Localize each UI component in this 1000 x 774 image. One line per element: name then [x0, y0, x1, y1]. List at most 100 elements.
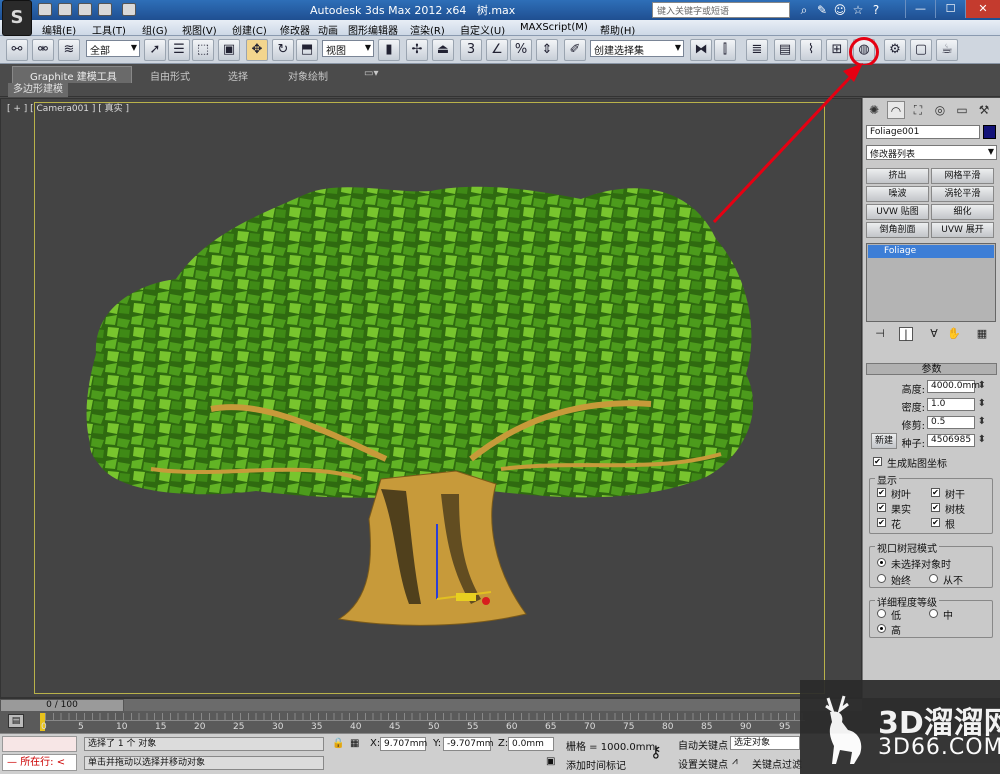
pivot-center-icon[interactable]: ▮ [378, 39, 400, 61]
show-roots-checkbox[interactable]: ✔ [931, 518, 940, 527]
minimize-button[interactable]: — [905, 0, 935, 18]
mod-uvw-map-button[interactable]: UVW 贴图 [866, 204, 929, 220]
x-coordinate-field[interactable]: 9.707mm [380, 737, 427, 751]
select-and-rotate-icon[interactable]: ↻ [272, 39, 294, 61]
window-crossing-icon[interactable]: ▣ [218, 39, 240, 61]
angle-snap-icon[interactable]: ∠ [486, 39, 508, 61]
maximize-button[interactable]: ☐ [935, 0, 965, 18]
set-key-button[interactable]: 设置关键点 [678, 756, 728, 771]
menu-modifiers[interactable]: 修改器 [280, 22, 310, 37]
bind-space-warp-icon[interactable]: ≋ [58, 39, 80, 61]
layer-manager-icon[interactable]: ≣ [746, 39, 768, 61]
lod-medium-radio[interactable] [929, 609, 938, 618]
maxscript-listener-input[interactable] [2, 736, 77, 752]
camera-viewport[interactable]: [ + ] [ Camera001 ] [ 真实 ] [0, 63, 863, 698]
curve-editor-icon[interactable]: ⌇ [800, 39, 822, 61]
create-tab-icon[interactable]: ✺ [865, 101, 883, 119]
parameters-rollup[interactable]: 参数 [866, 363, 997, 375]
add-time-tag-button[interactable]: 添加时间标记 [566, 757, 626, 772]
motion-tab-icon[interactable]: ◎ [931, 101, 949, 119]
object-name-field[interactable]: Foliage001 [866, 125, 980, 139]
menu-rendering[interactable]: 渲染(R) [410, 22, 445, 37]
pin-stack-icon[interactable]: ⊣ [873, 327, 887, 341]
show-trunk-checkbox[interactable]: ✔ [931, 488, 940, 497]
menu-create[interactable]: 创建(C) [232, 22, 267, 37]
undo-icon[interactable] [98, 3, 112, 16]
make-unique-icon[interactable]: ∀ [927, 327, 941, 341]
time-tag-icon[interactable]: ▣ [546, 756, 555, 767]
tab-polygon-modeling[interactable]: 多边形建模 [8, 83, 68, 97]
utilities-tab-icon[interactable]: ⚒ [975, 101, 993, 119]
menu-group[interactable]: 组(G) [142, 22, 168, 37]
unlink-icon[interactable]: ⚮ [32, 39, 54, 61]
key-mode-dropdown[interactable]: 选定对象 [730, 736, 800, 750]
show-leaves-checkbox[interactable]: ✔ [877, 488, 886, 497]
percent-snap-icon[interactable]: % [510, 39, 532, 61]
help-icon[interactable]: ? [868, 2, 884, 18]
lod-low-radio[interactable] [877, 609, 886, 618]
key-curve-icon[interactable]: ⩘ [732, 756, 738, 767]
save-file-icon[interactable] [78, 3, 92, 16]
stack-item-foliage[interactable]: Foliage [868, 245, 994, 258]
select-by-name-icon[interactable]: ☰ [168, 39, 190, 61]
app-logo-button[interactable]: S [2, 0, 32, 36]
binoculars-icon[interactable]: ⌕ [796, 2, 812, 18]
menu-customize[interactable]: 自定义(U) [460, 22, 505, 37]
close-button[interactable]: ✕ [965, 0, 1000, 18]
account-icon[interactable]: ☺ [832, 2, 848, 18]
modify-tab-icon[interactable]: ◠ [887, 101, 905, 119]
modifier-stack[interactable]: Foliage [866, 243, 996, 322]
gen-map-coords-checkbox[interactable]: ✔ [873, 457, 882, 466]
tab-graphite[interactable]: Graphite 建模工具 [30, 68, 117, 83]
lock-icon[interactable]: 🔒 [332, 738, 344, 749]
canopy-when-not-selected-radio[interactable] [877, 558, 886, 567]
mod-meshsmooth-button[interactable]: 网格平滑 [931, 168, 994, 184]
ribbon-options-icon[interactable]: ▭▾ [364, 68, 378, 79]
show-flowers-checkbox[interactable]: ✔ [877, 518, 886, 527]
y-coordinate-field[interactable]: -9.707mm [443, 737, 494, 751]
menu-views[interactable]: 视图(V) [182, 22, 217, 37]
render-setup-icon[interactable]: ⚙ [884, 39, 906, 61]
menu-help[interactable]: 帮助(H) [600, 22, 635, 37]
canopy-always-radio[interactable] [877, 574, 886, 583]
prune-spinner[interactable]: 0.5 [927, 416, 986, 429]
absolute-mode-icon[interactable]: ▦ [350, 738, 359, 749]
show-fruit-checkbox[interactable]: ✔ [877, 503, 886, 512]
tab-object-paint[interactable]: 对象绘制 [288, 68, 328, 83]
density-spinner[interactable]: 1.0 [927, 398, 986, 411]
select-object-icon[interactable]: ➚ [144, 39, 166, 61]
time-slider[interactable]: 0 / 100 [0, 698, 862, 712]
z-coordinate-field[interactable]: 0.0mm [508, 737, 554, 751]
favorites-star-icon[interactable]: ☆ [850, 2, 866, 18]
rendered-frame-window-icon[interactable]: ▢ [910, 39, 932, 61]
new-seed-button[interactable]: 新建 [871, 433, 897, 449]
track-bar[interactable]: ▤ 0 5 10 15 20 25 30 35 40 45 50 55 60 6… [0, 711, 805, 733]
modifier-list-dropdown[interactable]: 修改器列表 [866, 145, 997, 160]
open-file-icon[interactable] [58, 3, 72, 16]
tools-icon[interactable]: ✎ [814, 2, 830, 18]
align-icon[interactable]: ⫿ [714, 39, 736, 61]
hierarchy-tab-icon[interactable]: ⛶ [909, 101, 927, 119]
lod-high-radio[interactable] [877, 624, 886, 633]
menu-edit[interactable]: 编辑(E) [42, 22, 76, 37]
menu-animation[interactable]: 动画 [318, 22, 338, 37]
mirror-icon[interactable]: ⧓ [690, 39, 712, 61]
selection-filter-dropdown[interactable]: 全部 [86, 40, 140, 57]
rect-selection-region-icon[interactable]: ⬚ [192, 39, 214, 61]
display-tab-icon[interactable]: ▭ [953, 101, 971, 119]
edit-named-selection-icon[interactable]: ✐ [564, 39, 586, 61]
show-branches-checkbox[interactable]: ✔ [931, 503, 940, 512]
search-input[interactable]: 键入关键字或短语 [652, 2, 790, 18]
canopy-never-radio[interactable] [929, 574, 938, 583]
select-and-move-icon[interactable]: ✥ [246, 39, 268, 61]
redo-icon[interactable] [122, 3, 136, 16]
auto-key-button[interactable]: 自动关键点 [678, 737, 728, 752]
show-end-result-icon[interactable]: ❘ [899, 327, 913, 341]
seed-spinner[interactable]: 4506985 [927, 434, 986, 447]
ref-coord-dropdown[interactable]: 视图 [322, 40, 374, 57]
configure-sets-icon[interactable]: ▦ [975, 327, 989, 341]
select-and-manipulate-icon[interactable]: ✢ [406, 39, 428, 61]
tab-selection[interactable]: 选择 [228, 68, 248, 83]
mod-bevel-profile-button[interactable]: 倒角剖面 [866, 222, 929, 238]
mod-extrude-button[interactable]: 挤出 [866, 168, 929, 184]
